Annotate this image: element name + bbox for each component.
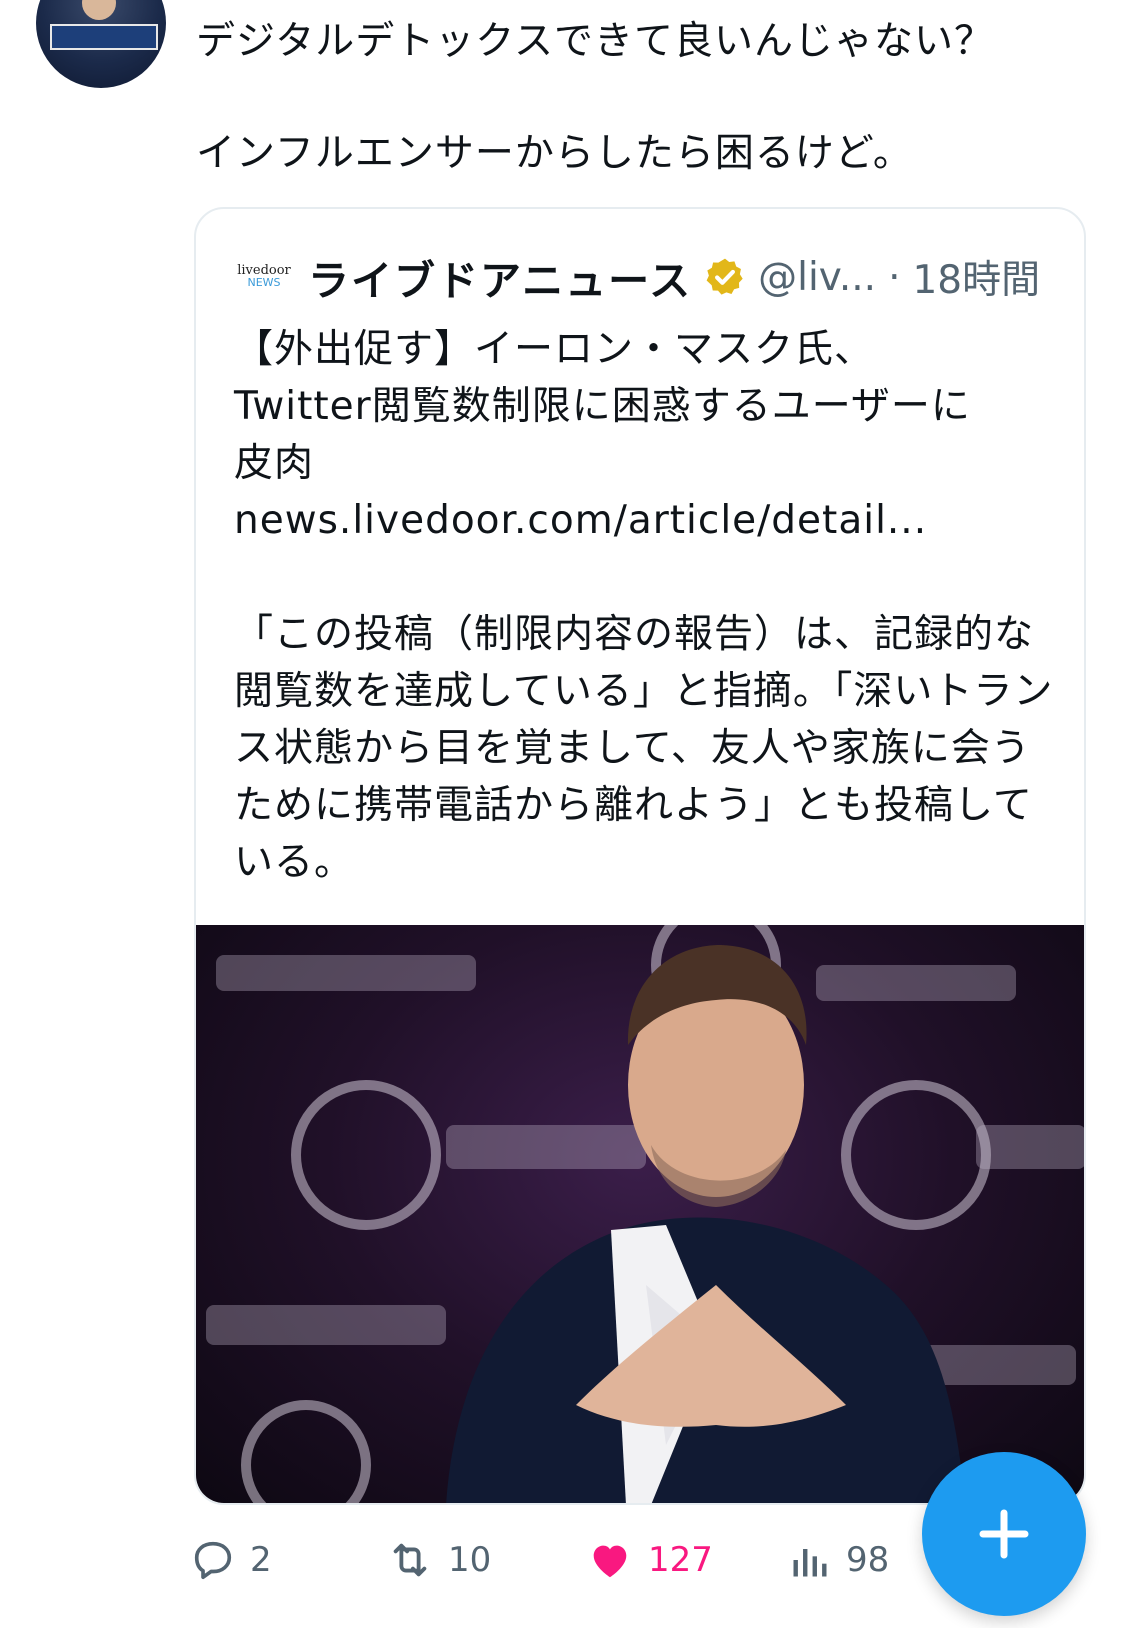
post-text: デジタルデトックスできて良いんじゃない？ インフルエンサーからしたら困るけど。	[196, 14, 1076, 182]
quoted-body-line-1: 【外出促す】イーロン・マスク氏、	[234, 327, 875, 372]
verified-badge-icon	[706, 258, 743, 295]
quoted-body-line-3: 皮肉	[234, 441, 315, 486]
reply-button[interactable]: 2	[190, 1520, 272, 1600]
quoted-display-name[interactable]: ライブドアニュース	[308, 247, 692, 307]
retweet-count: 10	[448, 1540, 492, 1580]
source-logo: livedoor NEWS	[236, 255, 292, 299]
avatar-face	[82, 0, 116, 20]
photo-illustration	[206, 925, 1084, 1503]
views-count: 98	[846, 1540, 890, 1580]
reply-icon	[194, 1541, 232, 1580]
logo-text-news: NEWS	[247, 276, 281, 289]
quoted-handle[interactable]: @liv...	[758, 255, 876, 300]
views-button[interactable]: 98	[788, 1520, 889, 1600]
plus-icon	[979, 1509, 1029, 1559]
quoted-tweet[interactable]: livedoor NEWS ライブドアニュース @liv... · 18時間 【…	[194, 207, 1086, 1505]
like-count: 127	[648, 1540, 713, 1580]
avatar-banner	[50, 24, 158, 50]
meta-separator: ·	[888, 254, 901, 300]
quoted-body-line-2: Twitter閲覧数制限に困惑するユーザーに	[234, 384, 971, 429]
reply-count: 2	[250, 1540, 272, 1580]
views-icon	[793, 1549, 827, 1577]
retweet-icon	[393, 1543, 427, 1577]
article-photo[interactable]	[196, 925, 1084, 1503]
post-text-line-1: デジタルデトックスできて良いんじゃない？	[196, 19, 995, 64]
quoted-timestamp[interactable]: 18時間	[912, 249, 1040, 305]
post-text-line-2: インフルエンサーからしたら困るけど。	[196, 131, 913, 176]
retweet-button[interactable]: 10	[386, 1520, 491, 1600]
quoted-body-paragraph-2: 「この投稿（制限内容の報告）は、記録的な閲覧数を達成している」と指摘。「深いトラ…	[234, 612, 1054, 885]
avatar[interactable]	[36, 0, 166, 88]
quoted-tweet-body: 【外出促す】イーロン・マスク氏、 Twitter閲覧数制限に困惑するユーザーに …	[234, 321, 1054, 891]
compose-tweet-button[interactable]	[922, 1452, 1086, 1616]
heart-icon	[593, 1545, 627, 1578]
quoted-tweet-header: livedoor NEWS ライブドアニュース @liv... · 18時間	[236, 247, 1040, 307]
article-link[interactable]: news.livedoor.com/article/detail...	[234, 492, 1054, 549]
like-button[interactable]: 127	[586, 1520, 713, 1600]
